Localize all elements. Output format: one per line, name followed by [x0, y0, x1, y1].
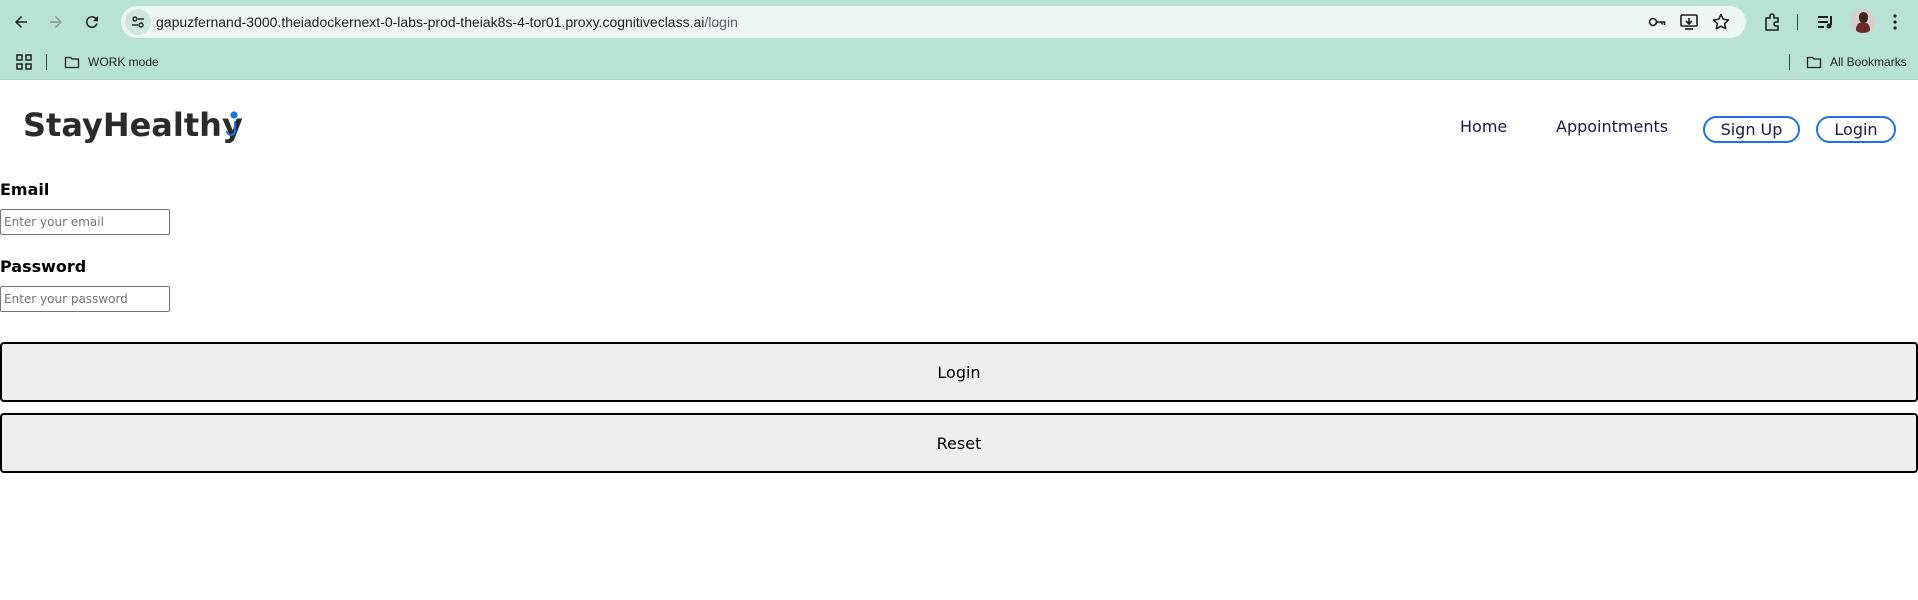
nav-home-link[interactable]: Home	[1460, 117, 1507, 136]
folder-icon	[64, 56, 80, 69]
bookmarks-divider	[46, 54, 47, 70]
arrow-left-icon	[15, 16, 27, 28]
toolbar-divider	[1797, 14, 1798, 30]
arrow-right-icon	[50, 16, 62, 28]
reset-button[interactable]: Reset	[0, 413, 1918, 473]
reload-button[interactable]	[76, 6, 108, 38]
forward-button[interactable]	[40, 6, 72, 38]
nav-login-button[interactable]: Login	[1816, 116, 1896, 143]
bookmarks-bar: WORK mode All Bookmarks	[0, 44, 1918, 80]
bookmark-label: All Bookmarks	[1830, 55, 1907, 69]
extensions-icon[interactable]	[1760, 10, 1784, 34]
all-bookmarks-button[interactable]: All Bookmarks	[1806, 52, 1907, 72]
bookmark-work-mode[interactable]: WORK mode	[64, 52, 159, 72]
bookmark-label: WORK mode	[88, 55, 159, 69]
password-label: Password	[0, 257, 87, 276]
signup-button[interactable]: Sign Up	[1703, 116, 1800, 143]
bookmarks-divider	[1789, 54, 1790, 70]
kebab-menu-icon[interactable]	[1883, 10, 1907, 34]
media-playlist-icon[interactable]	[1813, 10, 1837, 34]
password-field[interactable]	[0, 286, 170, 312]
apps-grid-icon[interactable]	[15, 52, 41, 72]
profile-avatar[interactable]	[1851, 9, 1875, 33]
address-bar[interactable]: gapuzfernand-3000.theiadockernext-0-labs…	[121, 6, 1746, 38]
email-label: Email	[0, 180, 50, 199]
browser-toolbar: gapuzfernand-3000.theiadockernext-0-labs…	[0, 0, 1918, 44]
browser-chrome: gapuzfernand-3000.theiadockernext-0-labs…	[0, 0, 1918, 80]
login-submit-button[interactable]: Login	[0, 342, 1918, 402]
url-path: /login	[704, 14, 738, 30]
password-key-icon[interactable]	[1647, 12, 1667, 32]
site-settings-icon[interactable]	[125, 9, 151, 35]
reload-icon	[85, 16, 98, 29]
url-host: gapuzfernand-3000.theiadockernext-0-labs…	[156, 14, 705, 30]
install-app-icon[interactable]	[1679, 12, 1699, 32]
site-navbar: StayHealthy Home Appointments Sign Up Lo…	[0, 80, 1918, 176]
stethoscope-icon	[226, 111, 238, 136]
email-field[interactable]	[0, 209, 170, 235]
folder-icon	[1806, 56, 1822, 69]
back-button[interactable]	[5, 6, 37, 38]
bookmark-star-icon[interactable]	[1711, 12, 1731, 32]
site-logo[interactable]: StayHealthy	[23, 106, 243, 144]
nav-appointments-link[interactable]: Appointments	[1556, 117, 1668, 136]
url-text[interactable]: gapuzfernand-3000.theiadockernext-0-labs…	[156, 6, 738, 38]
